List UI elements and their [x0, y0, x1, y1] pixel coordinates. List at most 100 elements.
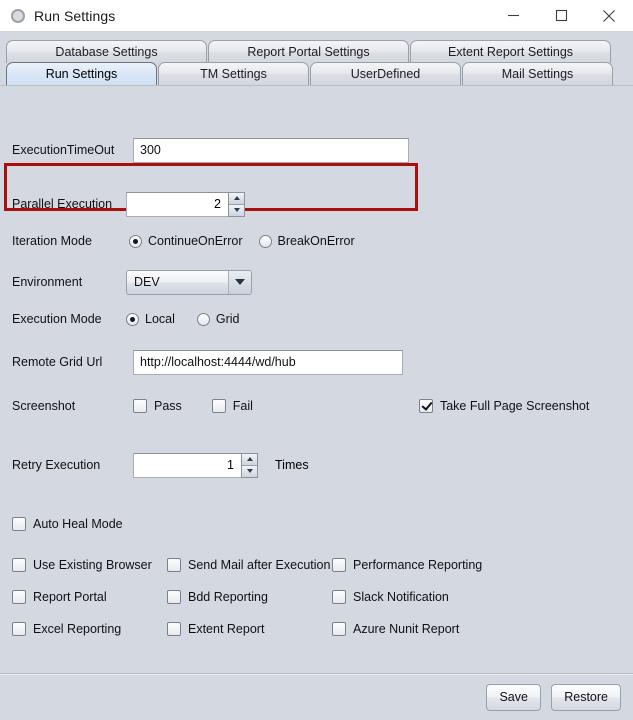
checkbox-excel-reporting-box[interactable] [12, 622, 26, 636]
checkbox-screenshot-pass[interactable]: Pass [133, 399, 182, 413]
remote-grid-url-input[interactable]: http://localhost:4444/wd/hub [133, 349, 403, 375]
checkbox-auto-heal-mode-label: Auto Heal Mode [33, 517, 123, 531]
retry-execution-stepper[interactable]: 1 [133, 452, 258, 478]
checkbox-bdd-reporting-box[interactable] [167, 590, 181, 604]
radio-local-indicator[interactable] [126, 312, 139, 326]
checkbox-slack-notification-box[interactable] [332, 590, 346, 604]
checkbox-send-mail-after-execution[interactable]: Send Mail after Execution [167, 558, 332, 572]
radio-grid-label: Grid [215, 312, 240, 326]
checkbox-slack-notification-label: Slack Notification [353, 590, 449, 604]
environment-select[interactable]: DEV [126, 269, 252, 295]
checkbox-bdd-reporting[interactable]: Bdd Reporting [167, 590, 332, 604]
radio-grid[interactable]: Grid [196, 312, 240, 326]
radio-break-on-error-label: BreakOnError [277, 234, 355, 248]
footer-action-bar: Save Restore [0, 675, 633, 720]
iteration-mode-label: Iteration Mode [12, 234, 92, 248]
app-circle-icon [11, 8, 25, 23]
chevron-down-icon [246, 469, 253, 473]
checkbox-bdd-reporting-label: Bdd Reporting [188, 590, 268, 604]
options-grid-row: Report Portal Bdd Reporting Slack Notifi… [0, 581, 633, 613]
checkbox-performance-reporting-label: Performance Reporting [353, 558, 483, 572]
options-grid-row: Excel Reporting Extent Report Azure Nuni… [0, 613, 633, 645]
checkbox-take-full-page-screenshot-label: Take Full Page Screenshot [439, 399, 590, 413]
checkbox-azure-nunit-report[interactable]: Azure Nunit Report [332, 622, 459, 636]
checkbox-report-portal[interactable]: Report Portal [12, 590, 167, 604]
parallel-execution-value[interactable]: 2 [126, 191, 228, 217]
remote-grid-url-label: Remote Grid Url [12, 355, 103, 369]
environment-dropdown-arrow[interactable] [228, 270, 251, 294]
checkbox-auto-heal-mode[interactable]: Auto Heal Mode [12, 517, 123, 531]
execution-timeout-input[interactable]: 300 [133, 137, 409, 163]
parallel-execution-increment-button[interactable] [229, 192, 244, 205]
row-execution-mode: Execution Mode Local Grid [0, 302, 633, 336]
checkbox-screenshot-pass-label: Pass [154, 399, 182, 413]
checkbox-report-portal-label: Report Portal [33, 590, 107, 604]
checkbox-performance-reporting[interactable]: Performance Reporting [332, 558, 482, 572]
checkbox-azure-nunit-report-label: Azure Nunit Report [353, 622, 460, 636]
environment-selected-value: DEV [134, 274, 160, 289]
checkbox-take-full-page-screenshot[interactable]: Take Full Page Screenshot [418, 399, 590, 413]
checkbox-send-mail-after-execution-label: Send Mail after Execution [188, 558, 331, 572]
tab-report-portal-settings[interactable]: Report Portal Settings [208, 40, 409, 63]
retry-execution-label: Retry Execution [12, 458, 101, 472]
radio-break-on-error[interactable]: BreakOnError [258, 234, 355, 248]
checkbox-performance-reporting-box[interactable] [332, 558, 346, 572]
retry-execution-value[interactable]: 1 [133, 452, 241, 478]
parallel-execution-label: Parallel Execution [12, 197, 113, 211]
parallel-execution-decrement-button[interactable] [229, 204, 244, 216]
checkbox-azure-nunit-report-box[interactable] [332, 622, 346, 636]
minimize-icon[interactable] [489, 0, 537, 31]
close-icon[interactable] [585, 0, 633, 31]
checkbox-use-existing-browser-label: Use Existing Browser [33, 558, 152, 572]
radio-continue-on-error-indicator[interactable] [129, 234, 142, 248]
retry-execution-decrement-button[interactable] [242, 465, 257, 477]
save-button[interactable]: Save [486, 684, 542, 711]
tab-mail-settings[interactable]: Mail Settings [462, 62, 613, 85]
retry-execution-increment-button[interactable] [242, 453, 257, 466]
window-titlebar: Run Settings [0, 0, 633, 31]
radio-continue-on-error-label: ContinueOnError [148, 234, 243, 248]
radio-continue-on-error[interactable]: ContinueOnError [129, 234, 243, 248]
execution-mode-label: Execution Mode [12, 312, 102, 326]
environment-label: Environment [12, 275, 83, 289]
tab-extent-report-settings[interactable]: Extent Report Settings [410, 40, 611, 63]
iteration-mode-radio-group: ContinueOnError BreakOnError [129, 234, 371, 248]
tab-tm-settings[interactable]: TM Settings [158, 62, 309, 85]
retry-execution-stepper-buttons [241, 452, 258, 478]
execution-timeout-label: ExecutionTimeOut [12, 143, 115, 157]
tab-row-bottom: Run Settings TM Settings UserDefined Mai… [6, 62, 627, 85]
tab-database-settings[interactable]: Database Settings [6, 40, 207, 63]
restore-button[interactable]: Restore [551, 684, 621, 711]
radio-local[interactable]: Local [126, 312, 175, 326]
checkbox-excel-reporting[interactable]: Excel Reporting [12, 622, 167, 636]
radio-break-on-error-indicator[interactable] [258, 234, 272, 248]
checkbox-use-existing-browser-box[interactable] [12, 558, 26, 572]
checkbox-auto-heal-mode-box[interactable] [12, 517, 26, 531]
window-body: Database Settings Report Portal Settings… [0, 31, 633, 720]
tab-run-settings[interactable]: Run Settings [6, 62, 157, 85]
checkbox-excel-reporting-label: Excel Reporting [33, 622, 122, 636]
checkbox-slack-notification[interactable]: Slack Notification [332, 590, 449, 604]
checkbox-send-mail-after-execution-box[interactable] [167, 558, 181, 572]
row-retry-execution: Retry Execution 1 Times [0, 445, 633, 485]
checkbox-screenshot-fail[interactable]: Fail [211, 399, 253, 413]
maximize-icon[interactable] [537, 0, 585, 31]
row-iteration-mode: Iteration Mode ContinueOnError BreakOnEr… [0, 224, 633, 258]
checkbox-take-full-page-screenshot-box[interactable] [418, 399, 433, 413]
checkbox-screenshot-pass-box[interactable] [133, 399, 147, 413]
checkbox-use-existing-browser[interactable]: Use Existing Browser [12, 558, 167, 572]
radio-grid-indicator[interactable] [196, 312, 210, 326]
tab-bar: Database Settings Report Portal Settings… [0, 32, 633, 85]
tab-row-top: Database Settings Report Portal Settings… [6, 40, 627, 63]
row-environment: Environment DEV [0, 262, 633, 302]
row-auto-heal-mode: Auto Heal Mode [0, 507, 633, 541]
parallel-execution-stepper[interactable]: 2 [126, 191, 245, 217]
window-controls [489, 0, 633, 31]
row-execution-timeout: ExecutionTimeOut 300 [0, 126, 633, 174]
checkbox-extent-report[interactable]: Extent Report [167, 622, 332, 636]
checkbox-report-portal-box[interactable] [12, 590, 26, 604]
checkbox-screenshot-fail-box[interactable] [211, 399, 226, 413]
tab-userdefined[interactable]: UserDefined [310, 62, 461, 85]
checkbox-extent-report-box[interactable] [167, 622, 181, 636]
window-title: Run Settings [34, 7, 116, 24]
